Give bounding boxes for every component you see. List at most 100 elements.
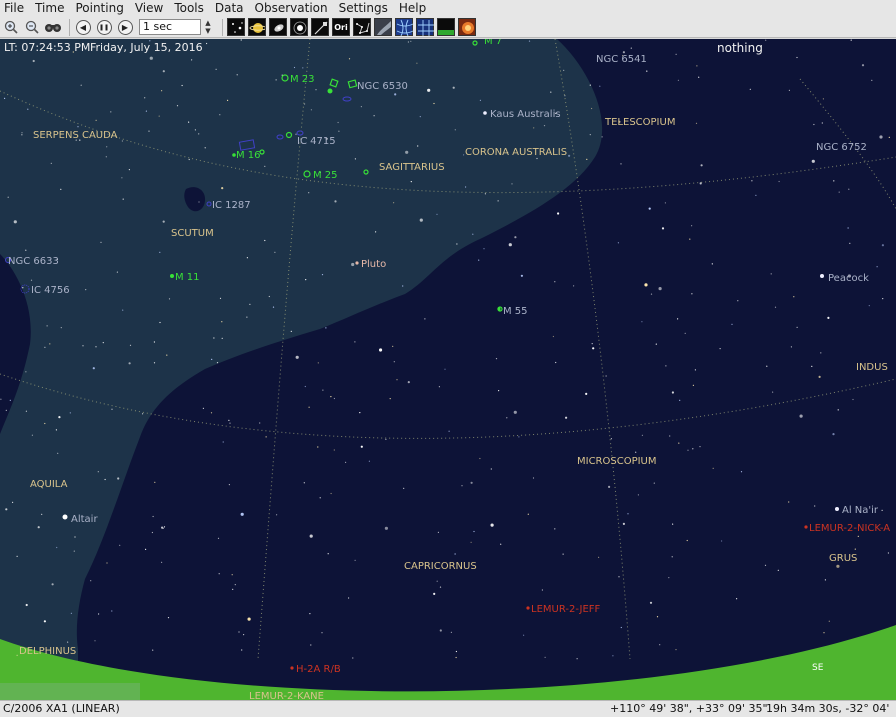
hips-toggle-button[interactable] bbox=[458, 18, 476, 36]
background-star bbox=[544, 656, 546, 659]
supernovae-toggle-button[interactable] bbox=[290, 18, 308, 36]
background-star bbox=[159, 251, 161, 253]
background-star bbox=[295, 133, 297, 135]
menu-settings[interactable]: Settings bbox=[339, 0, 388, 17]
background-star bbox=[871, 79, 873, 81]
background-star bbox=[555, 361, 557, 364]
background-star bbox=[219, 297, 222, 299]
background-star bbox=[345, 461, 347, 463]
background-star bbox=[58, 416, 61, 419]
background-star bbox=[151, 531, 153, 534]
horizontal-grid-toggle-button[interactable] bbox=[416, 18, 434, 36]
binoculars-icon[interactable] bbox=[44, 18, 62, 36]
background-star bbox=[658, 287, 662, 291]
menu-data[interactable]: Data bbox=[215, 0, 244, 17]
background-star bbox=[591, 107, 593, 110]
background-star bbox=[852, 398, 854, 401]
step-back-button[interactable]: ◀ bbox=[74, 18, 92, 36]
background-star bbox=[32, 59, 35, 63]
menu-view[interactable]: View bbox=[135, 0, 163, 17]
background-star bbox=[585, 392, 588, 395]
milky-way-toggle-icon bbox=[374, 18, 392, 36]
background-star bbox=[455, 656, 457, 659]
background-star bbox=[181, 84, 183, 87]
time-step-spinner[interactable]: ▲ ▼ bbox=[203, 18, 213, 36]
zoom-in-icon[interactable] bbox=[2, 18, 20, 36]
deep-sky-toggle-icon bbox=[269, 18, 287, 36]
background-star bbox=[319, 497, 321, 499]
background-star bbox=[309, 534, 313, 538]
menu-file[interactable]: File bbox=[4, 0, 24, 17]
constellation-names-toggle-button[interactable]: Ori bbox=[332, 18, 350, 36]
background-star bbox=[818, 375, 821, 378]
milky-way-toggle-button[interactable] bbox=[374, 18, 392, 36]
compass-se: SE bbox=[812, 663, 824, 673]
background-star bbox=[454, 553, 456, 555]
background-star bbox=[601, 136, 603, 138]
background-star bbox=[573, 285, 575, 287]
time-step-field[interactable]: 1 sec bbox=[139, 19, 201, 35]
menu-pointing[interactable]: Pointing bbox=[75, 0, 123, 17]
menu-time[interactable]: Time bbox=[35, 0, 64, 17]
sky-map[interactable]: SERPENS CAUDA CORONA AUSTRALIS TELESCOPI… bbox=[0, 39, 896, 700]
background-star bbox=[293, 66, 296, 69]
background-star bbox=[106, 562, 108, 564]
label-peacock: Peacock bbox=[828, 273, 869, 284]
background-star bbox=[653, 482, 655, 484]
background-star bbox=[308, 406, 310, 408]
pluto-marker bbox=[355, 261, 359, 265]
background-star bbox=[811, 159, 815, 163]
background-star bbox=[700, 164, 703, 167]
background-star bbox=[90, 580, 92, 582]
equatorial-grid-toggle-button[interactable] bbox=[395, 18, 414, 37]
background-star bbox=[419, 218, 423, 222]
background-star bbox=[694, 369, 697, 371]
ground-toggle-button[interactable] bbox=[437, 18, 455, 36]
background-star bbox=[518, 436, 520, 438]
background-star bbox=[348, 597, 350, 599]
background-star bbox=[630, 47, 632, 49]
background-star bbox=[678, 442, 680, 444]
chevron-down-icon: ▼ bbox=[205, 27, 211, 35]
background-star bbox=[438, 386, 440, 388]
background-star bbox=[302, 67, 304, 69]
stars-toggle-button[interactable] bbox=[227, 18, 245, 36]
zoom-out-icon[interactable] bbox=[23, 18, 41, 36]
background-star bbox=[659, 644, 661, 646]
background-star bbox=[562, 553, 564, 555]
step-forward-button[interactable]: ▶ bbox=[116, 18, 134, 36]
menu-tools[interactable]: Tools bbox=[174, 0, 204, 17]
background-star bbox=[30, 279, 33, 281]
menu-observation[interactable]: Observation bbox=[255, 0, 328, 17]
background-star bbox=[206, 42, 208, 45]
background-star bbox=[599, 85, 601, 87]
solar-system-toggle-button[interactable] bbox=[248, 18, 266, 36]
background-star bbox=[221, 337, 223, 339]
background-star bbox=[541, 589, 544, 591]
peacock-star bbox=[820, 274, 824, 278]
deep-sky-toggle-button[interactable] bbox=[269, 18, 287, 36]
background-star bbox=[484, 193, 486, 195]
label-m7: M 7 bbox=[484, 39, 502, 47]
background-star bbox=[57, 452, 59, 454]
background-star bbox=[16, 555, 18, 558]
pause-button[interactable]: ❚❚ bbox=[95, 18, 113, 36]
background-star bbox=[21, 132, 23, 134]
background-star bbox=[444, 368, 446, 370]
menu-help[interactable]: Help bbox=[399, 0, 426, 17]
satellites-toggle-button[interactable] bbox=[311, 18, 329, 36]
background-star bbox=[796, 56, 798, 59]
background-star bbox=[21, 134, 23, 136]
background-star bbox=[532, 477, 535, 479]
background-star bbox=[589, 134, 591, 136]
background-star bbox=[5, 508, 8, 511]
background-star bbox=[241, 649, 243, 651]
background-star bbox=[148, 130, 150, 132]
background-star bbox=[98, 613, 100, 615]
equatorial-grid-toggle-icon bbox=[395, 18, 414, 37]
background-star bbox=[327, 553, 329, 555]
background-star bbox=[227, 99, 229, 101]
constellation-lines-toggle-button[interactable] bbox=[353, 18, 371, 36]
toolbar-separator bbox=[69, 18, 70, 36]
satellites-toggle-icon bbox=[311, 18, 329, 36]
